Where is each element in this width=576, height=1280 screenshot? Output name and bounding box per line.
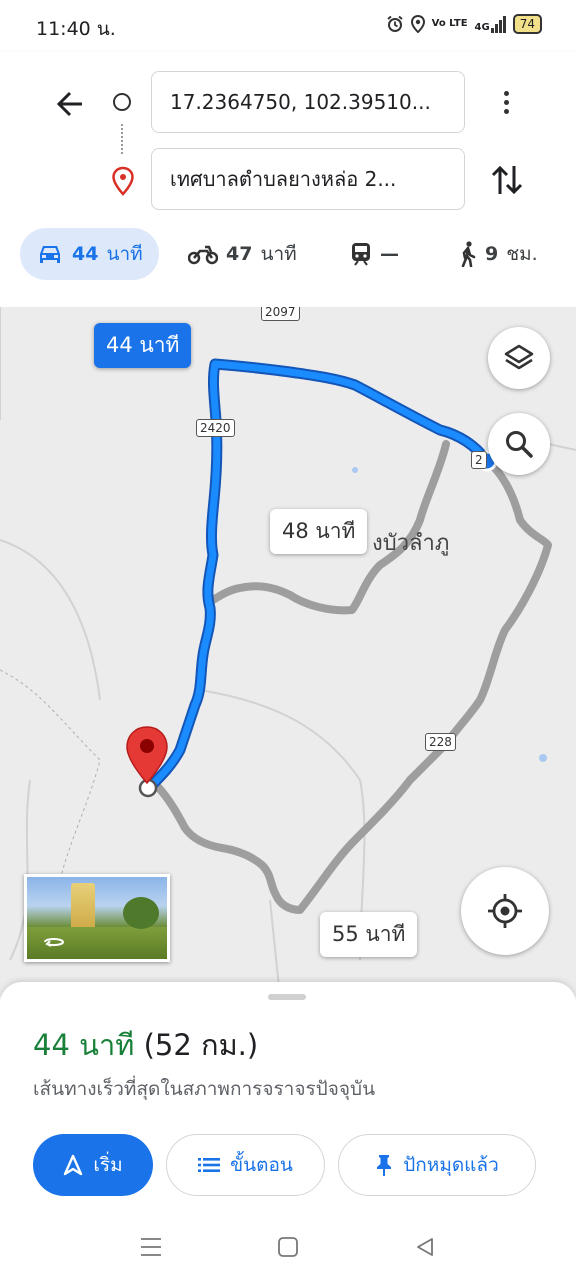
status-time: 11:40 น.	[36, 18, 116, 40]
signal-icon: 4G	[474, 15, 506, 33]
system-nav-bar	[0, 1216, 576, 1280]
back-button[interactable]	[50, 84, 90, 124]
route-connector	[121, 124, 125, 154]
status-bar: 11:40 น. Vo LTE 4G 74	[0, 0, 576, 52]
start-label: เริ่ม	[93, 1154, 123, 1176]
route-time-label-alt2[interactable]: 55 นาที	[320, 912, 418, 957]
map-search-button[interactable]	[488, 413, 550, 475]
mode-motorcycle-time: 47	[226, 243, 253, 265]
mode-walk-unit: ชม.	[506, 243, 538, 265]
sheet-drag-handle[interactable]	[268, 994, 306, 1000]
destination-pin-icon	[112, 166, 134, 196]
map-destination-pin-icon[interactable]	[124, 725, 170, 787]
start-button[interactable]: เริ่ม	[33, 1134, 153, 1196]
menu-icon	[141, 1238, 161, 1256]
route-time-label-primary[interactable]: 44 นาที	[94, 323, 192, 368]
volte-label: Vo LTE	[431, 18, 468, 29]
swap-icon	[491, 165, 523, 195]
home-button[interactable]	[273, 1232, 303, 1262]
mode-transit[interactable]: —	[350, 228, 399, 280]
route-time-label-alt1[interactable]: 48 นาที	[270, 509, 368, 554]
mode-drive[interactable]: 44 นาที	[20, 228, 159, 280]
route-summary: 44 นาที (52 กม.)	[33, 1022, 258, 1068]
motorcycle-icon	[188, 245, 218, 265]
street-view-thumbnail[interactable]	[24, 874, 170, 962]
mode-drive-time: 44	[72, 243, 99, 265]
directions-header: 17.2364750, 102.39510... เทศบาลตำบลยางหล…	[0, 52, 576, 307]
list-icon	[198, 1158, 221, 1172]
mode-walk-time: 9	[485, 243, 499, 265]
mode-drive-unit: นาที	[106, 243, 143, 265]
layers-icon	[504, 344, 534, 370]
back-nav-button[interactable]	[410, 1232, 440, 1262]
summary-distance: (52 กม.)	[143, 1028, 259, 1062]
street-view-rotate-icon	[44, 938, 65, 947]
mode-motorcycle[interactable]: 47 นาที	[188, 228, 297, 280]
road-shield-2420: 2420	[196, 419, 235, 437]
road-shield-228: 228	[425, 733, 456, 751]
destination-input[interactable]: เทศบาลตำบลยางหล่อ 2...	[151, 148, 465, 210]
steps-button[interactable]: ขั้นตอน	[166, 1134, 325, 1196]
layers-button[interactable]	[488, 327, 550, 389]
origin-dot-icon	[113, 93, 131, 111]
status-icons: Vo LTE 4G 74	[386, 14, 542, 34]
road-shield-2: 2	[471, 451, 487, 469]
travel-modes: 44 นาที 47 นาที — 9 ชม.	[0, 228, 576, 286]
location-icon	[410, 15, 425, 33]
pinned-button[interactable]: ปักหมุดแล้ว	[338, 1134, 536, 1196]
summary-time: 44 นาที	[33, 1028, 135, 1062]
pin-icon	[377, 1155, 392, 1176]
mode-motorcycle-unit: นาที	[260, 243, 297, 265]
mode-walk[interactable]: 9 ชม.	[457, 228, 538, 280]
summary-description: เส้นทางเร็วที่สุดในสภาพการจราจรปัจจุบัน	[33, 1078, 376, 1100]
recents-button[interactable]	[136, 1232, 166, 1262]
back-triangle-icon	[417, 1238, 433, 1256]
map-view[interactable]: 44 นาที 48 นาที 55 นาที 2097 2420 228 2 …	[0, 307, 576, 997]
steps-label: ขั้นตอน	[230, 1154, 293, 1176]
train-icon	[352, 243, 370, 266]
crosshair-icon	[488, 894, 522, 928]
pinned-label: ปักหมุดแล้ว	[403, 1154, 499, 1176]
search-icon	[506, 431, 533, 458]
home-square-icon	[278, 1237, 298, 1257]
navigation-arrow-icon	[64, 1154, 83, 1176]
battery-icon: 74	[512, 14, 542, 34]
road-shield-2097: 2097	[261, 307, 300, 321]
car-icon	[40, 246, 60, 263]
place-label: งบัวลำภู	[372, 531, 450, 556]
more-options-button[interactable]	[493, 84, 519, 120]
origin-input[interactable]: 17.2364750, 102.39510...	[151, 71, 465, 133]
back-arrow-icon	[56, 91, 82, 117]
walk-icon	[461, 241, 476, 267]
swap-button[interactable]	[488, 160, 526, 200]
mode-transit-time: —	[380, 243, 399, 265]
alarm-icon	[386, 15, 403, 32]
network-label: 4G	[474, 21, 490, 33]
my-location-button[interactable]	[461, 867, 549, 955]
